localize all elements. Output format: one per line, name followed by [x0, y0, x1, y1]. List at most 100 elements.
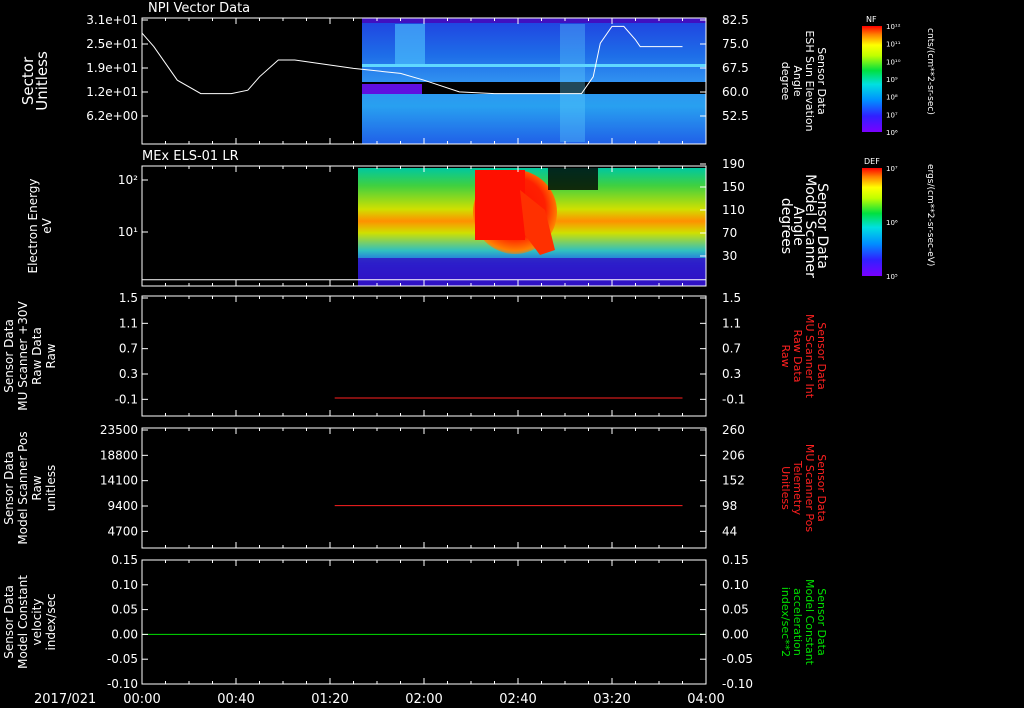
ytick-right-label: 0.00	[722, 627, 749, 641]
ylabel-left-line: velocity	[30, 599, 44, 646]
ytick-right-label: 44	[722, 524, 737, 538]
ylabel-left-line: Sensor Data	[2, 319, 16, 393]
colorbar-label: DEF	[864, 157, 880, 166]
ylabel-left-line: Sensor Data	[2, 585, 16, 659]
ylabel-right-line: index/sec**2	[779, 587, 792, 657]
ytick-left-label: 0.7	[119, 342, 138, 356]
ylabel-left-line: Unitless	[33, 51, 51, 111]
plot-frame	[141, 427, 707, 549]
colorbar-gradient	[862, 168, 882, 276]
ylabel-left-line: Electron Energy	[26, 178, 40, 273]
ytick-right-label: 67.5	[722, 61, 749, 75]
chart-stage: NPI Vector Data MEx ELS-01 LR NF cnts/(c…	[2, 1, 935, 707]
ytick-left-label: -0.1	[115, 392, 138, 406]
ytick-right-label: 190	[722, 157, 745, 171]
ytick-right-label: 0.7	[722, 342, 741, 356]
els-bottom-speckle	[358, 258, 706, 286]
ylabel-left-line: MU Scanner +30V	[16, 301, 30, 411]
date-label: 2017/021	[34, 692, 96, 707]
ytick-right-label: 75.0	[722, 37, 749, 51]
panel-title: NPI Vector Data	[148, 1, 250, 16]
npi-top-strip	[362, 18, 706, 23]
npi-hot-mid	[560, 24, 585, 142]
colorbar-label: NF	[866, 15, 877, 24]
ylabel-right-line: degrees	[778, 198, 794, 254]
ytick-left-label: 0.15	[111, 553, 138, 567]
plot-frame	[141, 559, 707, 685]
npi-band-light	[362, 64, 706, 67]
ytick-left-label: 2.5e+01	[86, 37, 138, 51]
ylabel-left-line: Raw	[44, 343, 58, 368]
ytick-left-label: 0.00	[111, 627, 138, 641]
ytick-left-label: 0.3	[119, 367, 138, 381]
ytick-left-label: 4700	[107, 524, 138, 538]
ylabel-left-line: Raw Data	[30, 327, 44, 385]
panel-title: MEx ELS-01 LR	[142, 149, 239, 164]
ylabel-right-line: degree	[779, 62, 792, 101]
colorbar-tick-label: 10⁸	[886, 94, 898, 102]
ytick-right-label: 60.0	[722, 85, 749, 99]
ytick-right-label: 0.10	[722, 578, 749, 592]
ytick-right-label: 0.3	[722, 367, 741, 381]
time-tick-label: 02:00	[405, 692, 442, 707]
ytick-right-label: 0.15	[722, 553, 749, 567]
ytick-left-label: 0.05	[111, 603, 138, 617]
ytick-left-label: -0.10	[107, 677, 138, 691]
time-tick-label: 01:20	[311, 692, 348, 707]
ylabel-right-line: Raw	[779, 344, 792, 367]
ytick-left-label: 18800	[100, 448, 138, 462]
ytick-right-label: 110	[722, 203, 745, 217]
colorbar-tick-label: 10⁵	[886, 273, 898, 281]
ytick-left-label: 1.1	[119, 316, 138, 330]
ytick-left-label: 1.2e+01	[86, 85, 138, 99]
ylabel-right-line: Unitless	[779, 466, 792, 510]
ylabel-left-line: Raw	[30, 475, 44, 500]
els-gap	[548, 168, 598, 190]
ytick-left-label: 14100	[100, 474, 138, 488]
ytick-right-label: 1.1	[722, 316, 741, 330]
ylabel-left-line: unitless	[44, 465, 58, 511]
colorbar-unit: ergs/(cm**2-sr-sec-eV)	[925, 164, 935, 266]
ylabel-left-line: Model Scanner Pos	[16, 431, 30, 544]
colorbar-tick-label: 10¹¹	[886, 41, 901, 49]
panel-model-scanner-pos	[141, 427, 707, 549]
colorbar-tick-label: 10⁷	[886, 111, 898, 119]
ylabel-left-line: eV	[40, 217, 54, 233]
ytick-left-label: 0.10	[111, 578, 138, 592]
ytick-left-label: 3.1e+01	[86, 13, 138, 27]
time-tick-label: 04:00	[687, 692, 724, 707]
ytick-left-label: 10²	[118, 173, 138, 187]
time-tick-label: 00:40	[217, 692, 254, 707]
ytick-right-label: 1.5	[722, 291, 741, 305]
colorbar-def: DEF ergs/(cm**2-sr-sec-eV)	[862, 157, 935, 276]
colorbar-nf: NF cnts/(cm**2-sr-sec)	[862, 15, 935, 132]
ytick-right-label: 52.5	[722, 109, 749, 123]
ytick-left-label: 6.2e+00	[86, 109, 138, 123]
ylabel-left-line: index/sec	[44, 593, 58, 650]
ytick-right-label: -0.10	[722, 677, 753, 691]
panel-mu-scanner-30v	[141, 295, 707, 417]
time-tick-label: 03:20	[593, 692, 630, 707]
ytick-right-label: 30	[722, 249, 737, 263]
colorbar-tick-label: 10⁷	[886, 165, 898, 173]
time-axis: 2017/021	[34, 692, 96, 707]
ytick-right-label: 82.5	[722, 13, 749, 27]
colorbar-tick-label: 10¹⁰	[886, 58, 901, 66]
npi-hot-left	[395, 24, 425, 64]
ytick-left-label: 23500	[100, 423, 138, 437]
colorbar-tick-label: 10⁶	[886, 219, 898, 227]
ylabel-left-line: Sensor Data	[2, 451, 16, 525]
ytick-right-label: -0.1	[722, 392, 745, 406]
time-tick-label: 00:00	[123, 692, 160, 707]
colorbar-unit: cnts/(cm**2-sr-sec)	[925, 28, 935, 115]
ytick-left-label: 1.5	[119, 291, 138, 305]
ytick-right-label: 260	[722, 423, 745, 437]
ytick-right-label: 98	[722, 499, 737, 513]
ytick-left-label: 1.9e+01	[86, 61, 138, 75]
colorbar-tick-label: 10¹²	[886, 23, 901, 31]
ytick-right-label: -0.05	[722, 652, 753, 666]
ytick-right-label: 150	[722, 180, 745, 194]
panel-model-constant	[141, 559, 707, 685]
ylabel-left-line: Model Constant	[16, 575, 30, 669]
ytick-left-label: 9400	[107, 499, 138, 513]
